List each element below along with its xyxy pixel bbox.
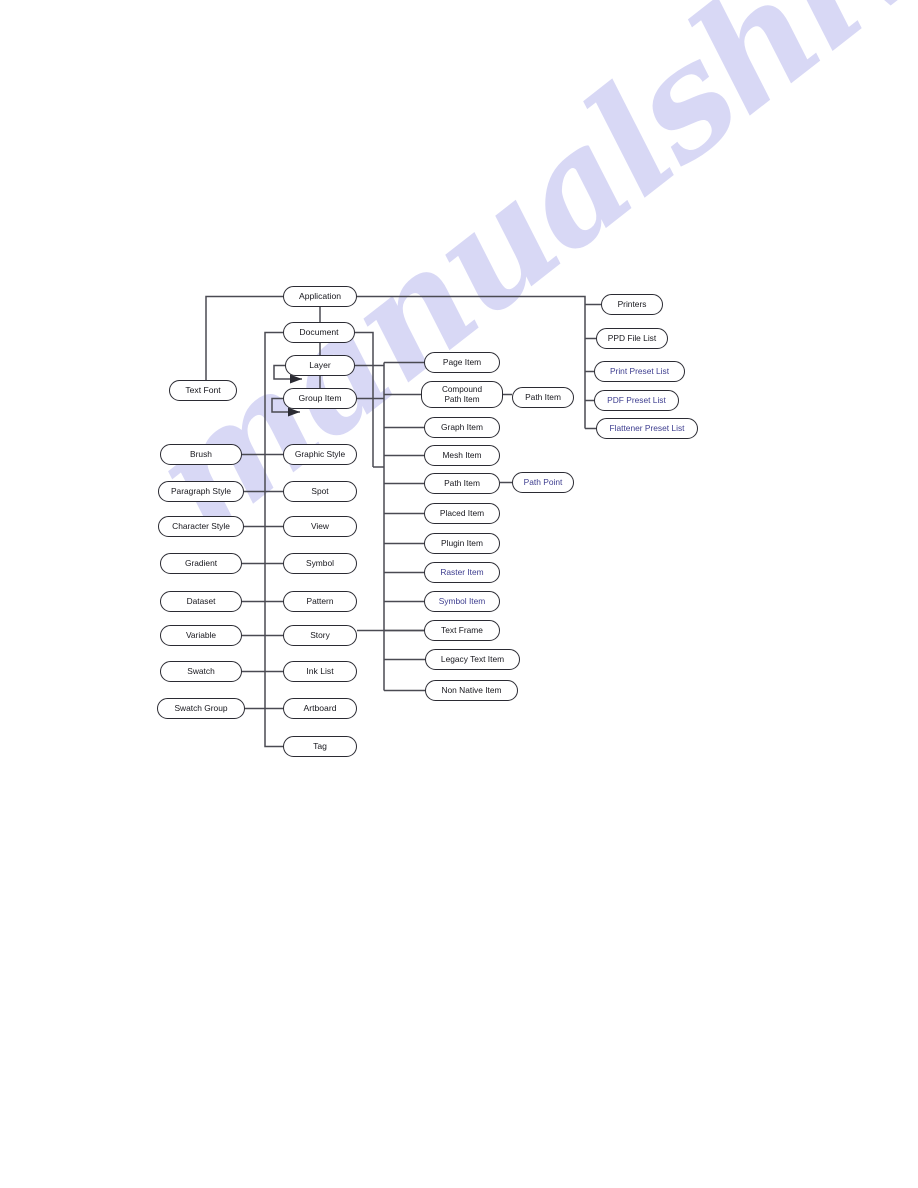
node-page-item: Page Item [424,352,500,373]
node-path-item-2: Path Item [424,473,500,494]
node-paragraph-style: Paragraph Style [158,481,244,502]
node-swatch: Swatch [160,661,242,682]
node-graphic-style: Graphic Style [283,444,357,465]
node-graph-item: Graph Item [424,417,500,438]
node-brush: Brush [160,444,242,465]
node-document: Document [283,322,355,343]
node-pdf-preset-list: PDF Preset List [594,390,679,411]
node-character-style: Character Style [158,516,244,537]
node-printers: Printers [601,294,663,315]
node-ppd-file-list: PPD File List [596,328,668,349]
node-application: Application [283,286,357,307]
node-variable: Variable [160,625,242,646]
node-view: View [283,516,357,537]
node-story: Story [283,625,357,646]
node-non-native-item: Non Native Item [425,680,518,701]
node-path-point: Path Point [512,472,574,493]
node-text-font: Text Font [169,380,237,401]
node-pattern: Pattern [283,591,357,612]
node-flattener-preset-list: Flattener Preset List [596,418,698,439]
node-dataset: Dataset [160,591,242,612]
node-artboard: Artboard [283,698,357,719]
diagram-page: manualshive.com Application Text Font Do… [0,0,918,1188]
node-group-item: Group Item [283,388,357,409]
diagram-nodes: Application Text Font Document Layer Group I… [0,0,918,1188]
node-legacy-text-item: Legacy Text Item [425,649,520,670]
node-layer: Layer [285,355,355,376]
node-swatch-group: Swatch Group [157,698,245,719]
node-tag: Tag [283,736,357,757]
node-compound-path-item: Compound Path Item [421,381,503,408]
node-symbol-item: Symbol Item [424,591,500,612]
node-plugin-item: Plugin Item [424,533,500,554]
node-print-preset-list: Print Preset List [594,361,685,382]
node-raster-item: Raster Item [424,562,500,583]
node-symbol: Symbol [283,553,357,574]
node-ink-list: Ink List [283,661,357,682]
node-spot: Spot [283,481,357,502]
node-placed-item: Placed Item [424,503,500,524]
node-gradient: Gradient [160,553,242,574]
node-text-frame: Text Frame [424,620,500,641]
node-path-item-1: Path Item [512,387,574,408]
node-mesh-item: Mesh Item [424,445,500,466]
